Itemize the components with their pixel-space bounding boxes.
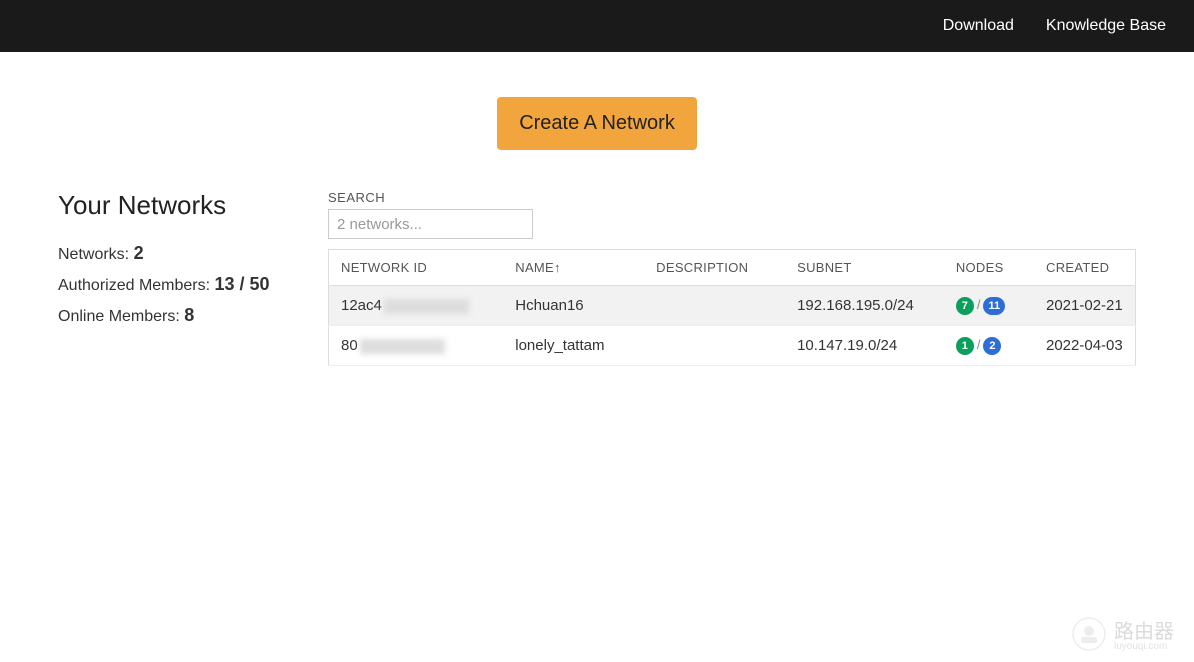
nodes-online-badge: 7 — [956, 297, 974, 315]
table-header-row: NETWORK ID NAME↑ DESCRIPTION SUBNET NODE… — [329, 250, 1136, 286]
nodes-total-badge: 2 — [983, 337, 1001, 355]
stat-online-label: Online Members: — [58, 308, 184, 325]
cell-created: 2022-04-03 — [1034, 326, 1136, 366]
stat-networks: Networks: 2 — [58, 243, 298, 264]
cell-network-id: 80 — [329, 326, 504, 366]
cell-network-id: 12ac4 — [329, 286, 504, 326]
sidebar: Your Networks Networks: 2 Authorized Mem… — [58, 190, 298, 366]
search-label: SEARCH — [328, 190, 1136, 205]
top-navbar: Download Knowledge Base — [0, 0, 1194, 52]
nodes-separator: / — [977, 297, 981, 312]
watermark-en: luyouqi.com — [1114, 641, 1174, 652]
cell-created: 2021-02-21 — [1034, 286, 1136, 326]
create-network-button[interactable]: Create A Network — [497, 97, 697, 150]
search-input[interactable] — [328, 209, 533, 239]
watermark-cn: 路由器 — [1114, 615, 1174, 644]
table-row[interactable]: 80 lonely_tattam 10.147.19.0/24 1/2 2022… — [329, 326, 1136, 366]
cell-nodes: 1/2 — [944, 326, 1034, 366]
stat-authorized-value: 13 / 50 — [215, 274, 270, 294]
cell-subnet: 192.168.195.0/24 — [785, 286, 944, 326]
watermark-text: 路由器 luyouqi.com — [1114, 615, 1174, 652]
header-network-id[interactable]: NETWORK ID — [329, 250, 504, 286]
redacted-content — [360, 339, 445, 354]
header-name[interactable]: NAME↑ — [503, 250, 644, 286]
header-created[interactable]: CREATED — [1034, 250, 1136, 286]
cell-subnet: 10.147.19.0/24 — [785, 326, 944, 366]
cell-nodes: 7/11 — [944, 286, 1034, 326]
header-subnet[interactable]: SUBNET — [785, 250, 944, 286]
redacted-content — [384, 299, 469, 314]
stat-networks-value: 2 — [134, 243, 144, 263]
header-description[interactable]: DESCRIPTION — [644, 250, 785, 286]
stat-authorized-label: Authorized Members: — [58, 277, 215, 294]
router-icon — [1072, 617, 1106, 651]
nodes-online-badge: 1 — [956, 337, 974, 355]
networks-table: NETWORK ID NAME↑ DESCRIPTION SUBNET NODE… — [328, 249, 1136, 366]
main-content: Your Networks Networks: 2 Authorized Mem… — [0, 190, 1194, 366]
network-id-prefix: 12ac4 — [341, 297, 382, 314]
nodes-separator: / — [977, 337, 981, 352]
table-section: SEARCH NETWORK ID NAME↑ DESCRIPTION SUBN… — [328, 190, 1136, 366]
sidebar-title: Your Networks — [58, 190, 298, 221]
stat-online-value: 8 — [184, 305, 194, 325]
header-nodes[interactable]: NODES — [944, 250, 1034, 286]
network-id-prefix: 80 — [341, 337, 358, 354]
cell-description — [644, 286, 785, 326]
create-section: Create A Network — [0, 97, 1194, 150]
stat-online: Online Members: 8 — [58, 305, 298, 326]
stat-authorized: Authorized Members: 13 / 50 — [58, 274, 298, 295]
cell-description — [644, 326, 785, 366]
table-row[interactable]: 12ac4 Hchuan16 192.168.195.0/24 7/11 202… — [329, 286, 1136, 326]
nav-knowledge-base[interactable]: Knowledge Base — [1046, 17, 1166, 35]
cell-name: lonely_tattam — [503, 326, 644, 366]
stat-networks-label: Networks: — [58, 246, 134, 263]
watermark: 路由器 luyouqi.com — [1072, 615, 1174, 652]
cell-name: Hchuan16 — [503, 286, 644, 326]
nav-download[interactable]: Download — [943, 17, 1014, 35]
nodes-total-badge: 11 — [983, 297, 1005, 315]
